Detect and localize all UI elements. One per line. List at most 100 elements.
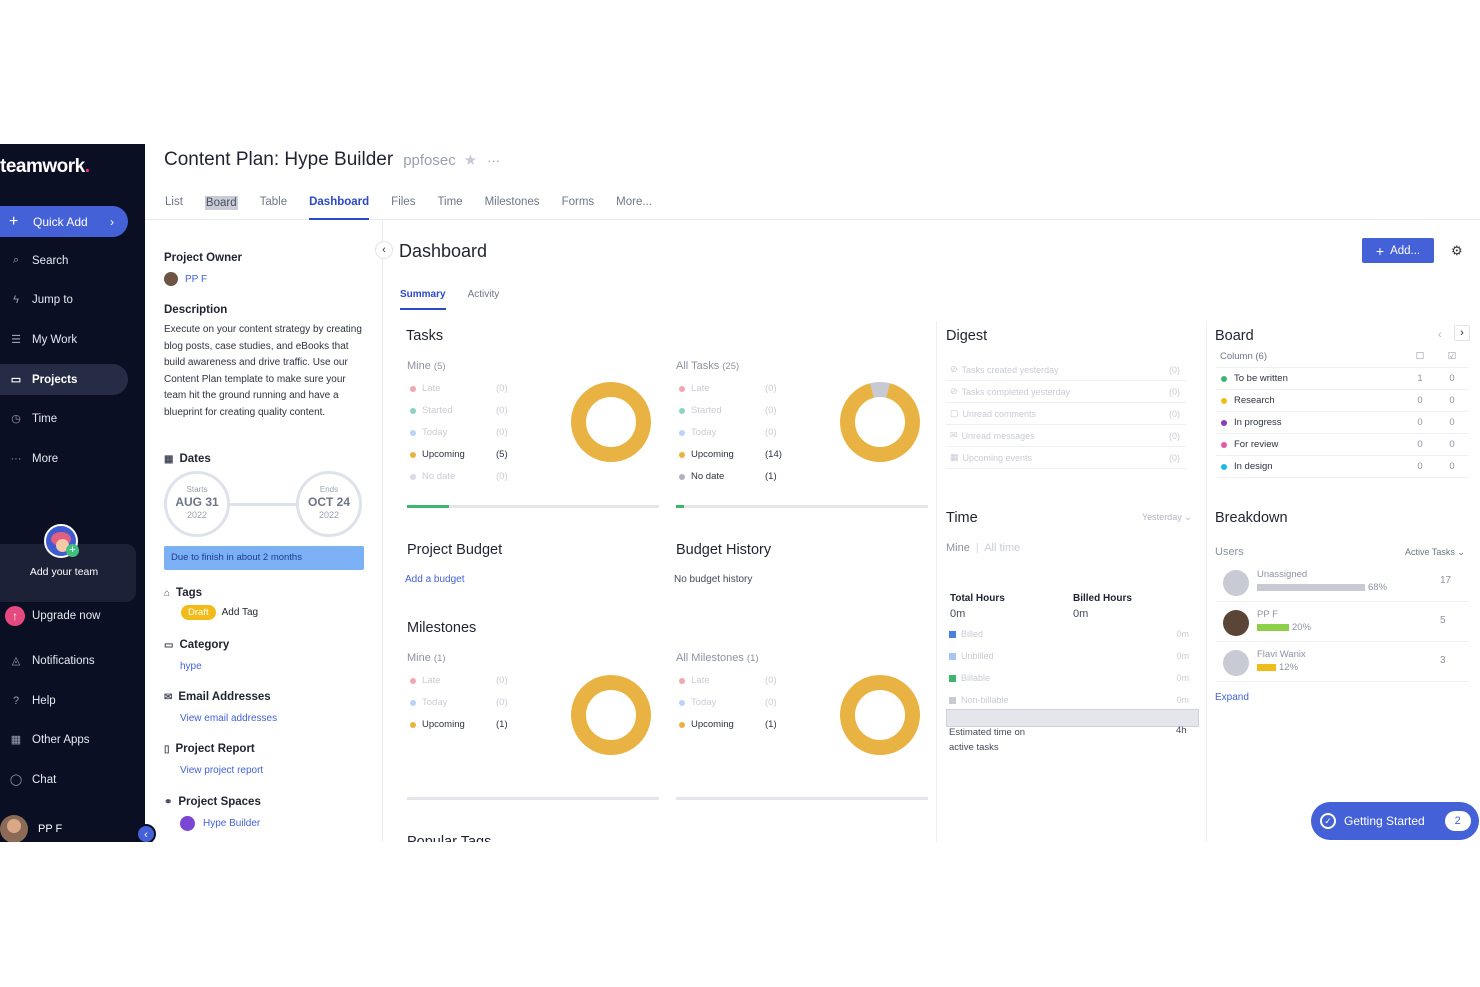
sidebar-item-chat[interactable]: ◯ Chat	[0, 764, 128, 795]
tab-summary[interactable]: Summary	[400, 289, 446, 310]
tasks-all-late[interactable]: Late (0)	[679, 383, 779, 394]
milestones-all-progress	[676, 797, 928, 800]
board-row-research[interactable]: Research 0 0	[1216, 390, 1468, 412]
view-report-link[interactable]: View project report	[180, 765, 263, 776]
tab-board[interactable]: Board	[204, 196, 238, 210]
sidebar-item-my-work[interactable]: ☰ My Work	[0, 324, 128, 355]
breakdown-row[interactable]: Flavi Wanix 12% 3	[1216, 642, 1468, 682]
bell-icon: ◬	[11, 655, 21, 667]
avatar	[1223, 650, 1249, 676]
sidebar-item-time[interactable]: ◷ Time	[0, 403, 128, 434]
sidebar-item-projects[interactable]: ▭ Projects	[0, 364, 128, 395]
time-all-toggle[interactable]: All time	[984, 542, 1020, 554]
tasks-all-upcoming[interactable]: Upcoming (14)	[679, 449, 782, 460]
milestones-mine-upcoming[interactable]: Upcoming (1)	[410, 719, 510, 730]
board-row-in-design[interactable]: In design 0 0	[1216, 456, 1468, 478]
digest-title: Digest	[946, 328, 988, 344]
star-icon[interactable]: ★	[464, 151, 477, 169]
milestones-all-late[interactable]: Late (0)	[679, 675, 779, 686]
milestones-all-heading: All Milestones (1)	[676, 652, 759, 664]
chevron-right-icon: ›	[110, 214, 114, 229]
add-button[interactable]: + Add...	[1362, 238, 1434, 263]
tab-forms[interactable]: Forms	[562, 196, 595, 220]
check-circle-icon: ✓	[1320, 813, 1336, 829]
breakdown-row[interactable]: Unassigned 68% 17	[1216, 562, 1468, 602]
board-row-to-be-written[interactable]: To be written 1 0	[1216, 368, 1468, 390]
view-email-link[interactable]: View email addresses	[180, 713, 277, 724]
complete-icon: ☑	[1447, 351, 1457, 362]
sidebar-item-help[interactable]: ? Help	[0, 685, 128, 716]
breakdown-row[interactable]: PP F 20% 5	[1216, 602, 1468, 642]
milestones-mine-progress	[407, 797, 659, 800]
user-profile[interactable]: PP F	[0, 815, 145, 842]
description-heading: Description	[164, 304, 228, 316]
sidebar-item-other-apps[interactable]: ▦ Other Apps	[0, 724, 128, 755]
total-hours-label: Total Hours	[950, 593, 1005, 604]
tab-files[interactable]: Files	[391, 196, 415, 220]
expand-link[interactable]: Expand	[1215, 692, 1249, 703]
spaces-heading: ⚭ Project Spaces	[164, 796, 261, 808]
help-icon: ?	[12, 694, 20, 707]
teamwork-logo[interactable]: teamwork.	[0, 156, 90, 178]
tasks-mine-upcoming[interactable]: Upcoming (5)	[410, 449, 510, 460]
milestones-mine-late[interactable]: Late (0)	[410, 675, 510, 686]
tasks-all-today[interactable]: Today (0)	[679, 427, 779, 438]
tasks-mine-today[interactable]: Today (0)	[410, 427, 510, 438]
time-unbilled: Unbilled 0m	[949, 651, 1189, 661]
sidebar-item-more[interactable]: ··· More	[0, 443, 128, 474]
tasks-mine-no-date[interactable]: No date (0)	[410, 471, 510, 482]
more-options-icon[interactable]: ···	[487, 153, 500, 168]
add-budget-link[interactable]: Add a budget	[405, 574, 465, 585]
digest-tasks-created[interactable]: ⊘ Tasks created yesterday (0)	[946, 359, 1186, 381]
tab-milestones[interactable]: Milestones	[485, 196, 540, 220]
check-icon: ⊘	[950, 364, 958, 374]
quick-add-button[interactable]: + Quick Add ›	[0, 206, 128, 237]
project-company[interactable]: ppfosec	[403, 152, 456, 169]
tab-list[interactable]: List	[165, 196, 183, 220]
board-row-in-progress[interactable]: In progress 0 0	[1216, 412, 1468, 434]
tasks-mine-started[interactable]: Started (0)	[410, 405, 510, 416]
avatar	[164, 272, 178, 286]
time-range-select[interactable]: Yesterday ⌄	[1142, 512, 1192, 523]
tab-activity[interactable]: Activity	[468, 289, 500, 310]
board-row-for-review[interactable]: For review 0 0	[1216, 434, 1468, 456]
upgrade-now-button[interactable]: ↑ Upgrade now	[0, 600, 128, 631]
tab-dashboard[interactable]: Dashboard	[309, 196, 370, 220]
digest-upcoming-events[interactable]: ▦ Upcoming events (0)	[946, 447, 1186, 469]
milestones-mine-today[interactable]: Today (0)	[410, 697, 510, 708]
tag-draft[interactable]: Draft	[181, 605, 216, 620]
tasks-mine-progress	[407, 505, 659, 508]
add-tag-link[interactable]: Add Tag	[222, 607, 259, 618]
comment-icon: ▢	[950, 408, 959, 418]
tasks-all-started[interactable]: Started (0)	[679, 405, 779, 416]
tab-time[interactable]: Time	[437, 196, 462, 220]
page-title: Content Plan: Hype Builder ppfosec ★ ···	[164, 149, 501, 170]
tasks-mine-late[interactable]: Late (0)	[410, 383, 510, 394]
tasks-all-no-date[interactable]: No date (1)	[679, 471, 779, 482]
breakdown-filter-select[interactable]: Active Tasks ⌄	[1405, 547, 1465, 558]
digest-unread-messages[interactable]: ✉ Unread messages (0)	[946, 425, 1186, 447]
digest-tasks-completed[interactable]: ⊘ Tasks completed yesterday (0)	[946, 381, 1186, 403]
digest-unread-comments[interactable]: ▢ Unread comments (0)	[946, 403, 1186, 425]
board-prev-icon[interactable]: ‹	[1438, 329, 1442, 341]
gear-icon[interactable]: ⚙	[1451, 243, 1463, 259]
tab-more[interactable]: More...	[616, 196, 652, 220]
getting-started-button[interactable]: ✓ Getting Started 2	[1311, 802, 1479, 840]
board-next-icon[interactable]: ›	[1454, 325, 1470, 341]
collapse-details-button[interactable]: ‹	[375, 241, 393, 259]
board-column-header: Column (6) ☐ ☑	[1216, 346, 1468, 368]
space-link[interactable]: Hype Builder	[180, 816, 260, 831]
milestones-all-upcoming[interactable]: Upcoming (1)	[679, 719, 779, 730]
milestones-mine-heading: Mine (1)	[407, 652, 446, 664]
time-mine-toggle[interactable]: Mine	[946, 542, 970, 554]
sidebar-item-jump-to[interactable]: ϟ Jump to	[0, 284, 128, 315]
project-dates[interactable]: Starts AUG 31 2022 Ends OCT 24 2022	[164, 471, 364, 541]
project-owner[interactable]: PP F	[164, 272, 207, 286]
add-team-button[interactable]: + Add your team	[0, 524, 136, 602]
milestones-all-today[interactable]: Today (0)	[679, 697, 779, 708]
category-link[interactable]: hype	[180, 661, 202, 672]
sidebar-item-search[interactable]: ⌕ Search	[0, 245, 128, 276]
tab-table[interactable]: Table	[260, 196, 288, 220]
sidebar-item-notifications[interactable]: ◬ Notifications	[0, 645, 128, 676]
column-divider	[1206, 321, 1207, 842]
